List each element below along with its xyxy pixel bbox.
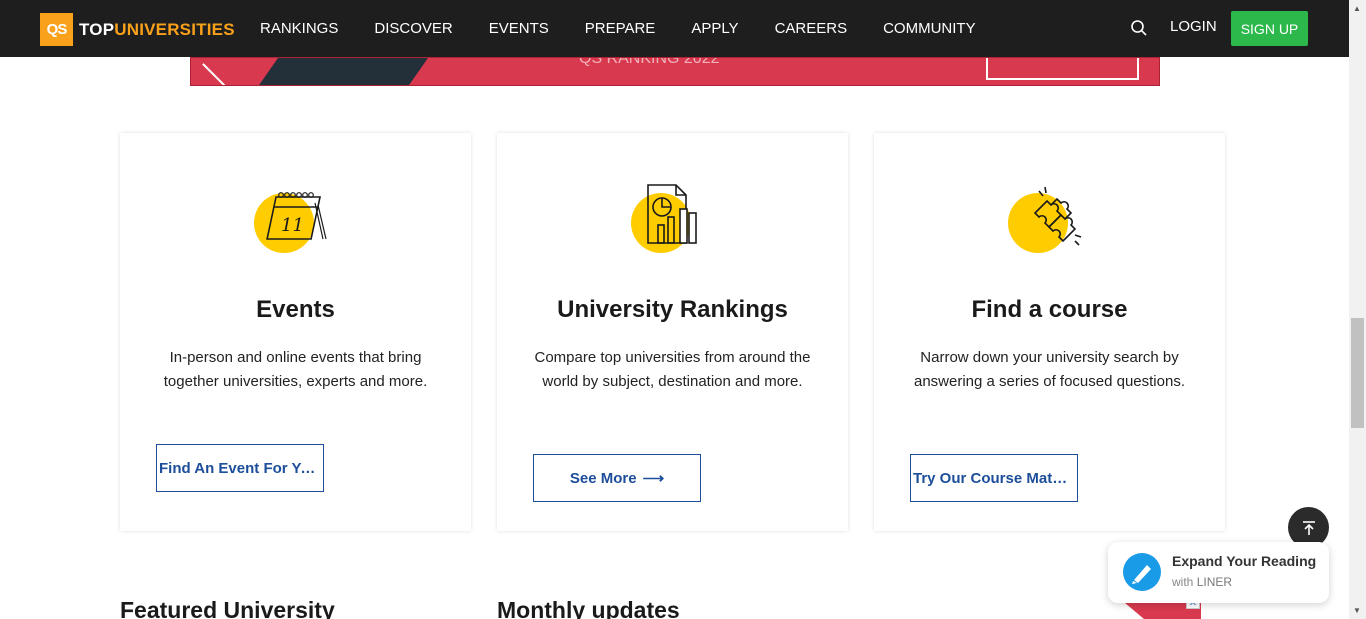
qs-logo-mark: QS [40,13,73,46]
featured-university-heading: Featured University [120,597,335,619]
liner-subtitle: with LINER [1172,575,1232,589]
logo-word-top: TOP [79,19,115,39]
scrollbar-thumb[interactable] [1351,318,1364,428]
see-more-label: See More [569,470,637,487]
university-rankings-card: University Rankings Compare top universi… [497,133,848,531]
topuniversities-logo[interactable]: QS TOPUNIVERSITIES [40,13,235,46]
login-link[interactable]: LOGIN [1170,18,1217,35]
ad-banner[interactable]: QS RANKING 2022 [190,57,1160,86]
liner-logo-icon [1123,553,1161,591]
liner-brand: LINER [1196,575,1233,589]
logo-word-universities: UNIVERSITIES [114,19,235,39]
scroll-up-arrow-icon[interactable]: ▲ [1353,4,1361,13]
liner-with: with [1172,575,1194,589]
report-chart-icon [631,184,697,253]
nav-careers[interactable]: CAREERS [757,20,866,37]
rankings-card-description: Compare top universities from around the… [534,349,811,390]
liner-title: Expand Your Reading [1172,553,1317,569]
arrow-right-icon: ⟶ [642,470,665,487]
nav-rankings[interactable]: RANKINGS [242,20,356,37]
page-scrollbar[interactable] [1349,0,1366,619]
nav-discover[interactable]: DISCOVER [356,20,470,37]
puzzle-pieces-icon [1008,186,1082,253]
find-course-card-title: Find a course [971,296,1128,323]
search-icon[interactable] [1130,19,1148,37]
find-course-card-description: Narrow down your university search by an… [914,349,1185,390]
calendar-day-number: 11 [281,215,304,236]
nav-apply[interactable]: APPLY [673,20,756,37]
banner-text: QS RANKING 2022 [579,57,720,67]
banner-image [256,58,436,85]
banner-decoration [202,63,232,85]
events-card-description: In-person and online events that bring t… [163,349,428,390]
nav-community[interactable]: COMMUNITY [865,20,994,37]
events-card: 11 Events In-person and online events th… [120,133,471,531]
main-menu: RANKINGS DISCOVER EVENTS PREPARE APPLY C… [242,0,994,57]
scroll-down-arrow-icon[interactable]: ▼ [1353,606,1361,615]
nav-prepare[interactable]: PREPARE [567,20,674,37]
nav-events[interactable]: EVENTS [471,20,567,37]
top-navigation: QS TOPUNIVERSITIES RANKINGS DISCOVER EVE… [0,0,1349,57]
signup-button[interactable]: SIGN UP [1231,11,1308,46]
calendar-icon: 11 [254,192,327,253]
banner-button[interactable] [986,58,1139,80]
events-card-title: Events [256,296,335,323]
course-matcher-button[interactable]: Try Our Course Matc… [910,454,1078,502]
see-more-button[interactable]: See More ⟶ [533,454,701,502]
arrow-up-icon [1302,520,1315,535]
rankings-card-title: University Rankings [557,296,788,323]
liner-extension-popup[interactable]: Expand Your Reading with LINER [1108,542,1329,603]
find-course-card: Find a course Narrow down your universit… [874,133,1225,531]
find-event-button[interactable]: Find An Event For Yo… [156,444,324,492]
monthly-updates-heading: Monthly updates [497,597,680,619]
logo-wordmark: TOPUNIVERSITIES [79,20,235,40]
